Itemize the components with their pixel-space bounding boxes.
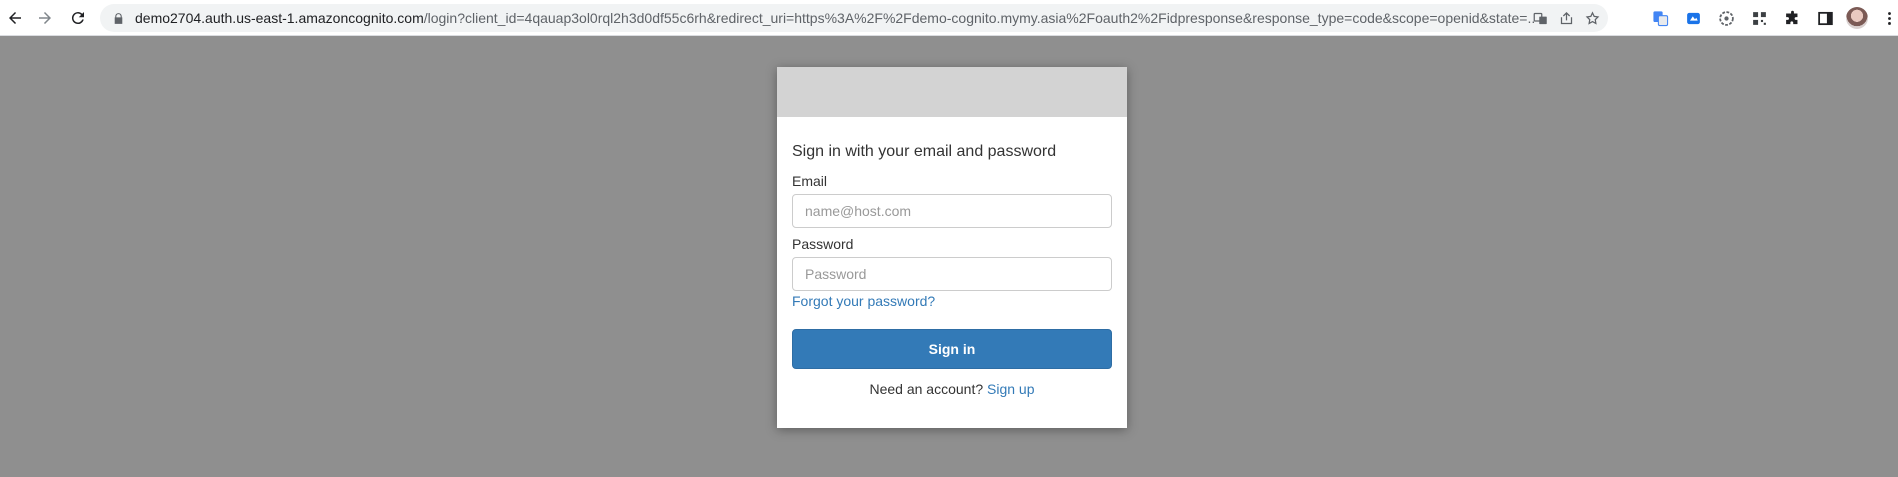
email-field[interactable] <box>792 194 1112 228</box>
back-button[interactable] <box>0 3 30 33</box>
avatar[interactable] <box>1846 7 1868 29</box>
account-prompt: Need an account? <box>869 381 984 397</box>
share-icon[interactable] <box>1556 8 1576 28</box>
signin-card: Sign in with your email and password Ema… <box>777 67 1127 428</box>
qr-ext-icon[interactable] <box>1747 6 1771 30</box>
puzzle-icon[interactable] <box>1780 6 1804 30</box>
translate-icon[interactable] <box>1530 8 1550 28</box>
kebab-menu-icon[interactable] <box>1877 6 1898 30</box>
url-path: /login?client_id=4qauap3ol0rql2h3d0df55c… <box>423 10 1535 26</box>
url-text[interactable]: demo2704.auth.us-east-1.amazoncognito.co… <box>135 10 1535 26</box>
forgot-password-link[interactable]: Forgot your password? <box>792 293 1112 309</box>
signin-form: Sign in with your email and password Ema… <box>777 143 1127 397</box>
email-label: Email <box>792 173 828 189</box>
form-heading: Sign in with your email and password <box>792 143 1057 160</box>
reload-icon <box>71 12 84 25</box>
cast-ext-icon[interactable] <box>1681 6 1705 30</box>
omnibox-actions <box>1530 8 1602 28</box>
password-field[interactable] <box>792 257 1112 291</box>
card-banner <box>777 67 1127 117</box>
forward-icon <box>39 12 51 24</box>
lock-icon[interactable] <box>112 11 126 25</box>
star-icon[interactable] <box>1582 8 1602 28</box>
signup-row: Need an account? Sign up <box>792 381 1112 397</box>
back-icon <box>9 12 21 24</box>
google-translate-ext-icon[interactable] <box>1648 6 1672 30</box>
password-label: Password <box>792 236 854 252</box>
extensions-area <box>1648 6 1898 30</box>
browser-toolbar: demo2704.auth.us-east-1.amazoncognito.co… <box>0 0 1898 36</box>
gear-ext-icon[interactable] <box>1714 6 1738 30</box>
side-panel-icon[interactable] <box>1813 6 1837 30</box>
forward-button[interactable] <box>30 3 60 33</box>
url-host: demo2704.auth.us-east-1.amazoncognito.co… <box>135 10 424 26</box>
sign-up-link[interactable]: Sign up <box>987 381 1034 397</box>
address-bar[interactable]: demo2704.auth.us-east-1.amazoncognito.co… <box>100 4 1608 32</box>
sign-in-button[interactable]: Sign in <box>792 329 1112 369</box>
reload-button[interactable] <box>63 3 93 33</box>
